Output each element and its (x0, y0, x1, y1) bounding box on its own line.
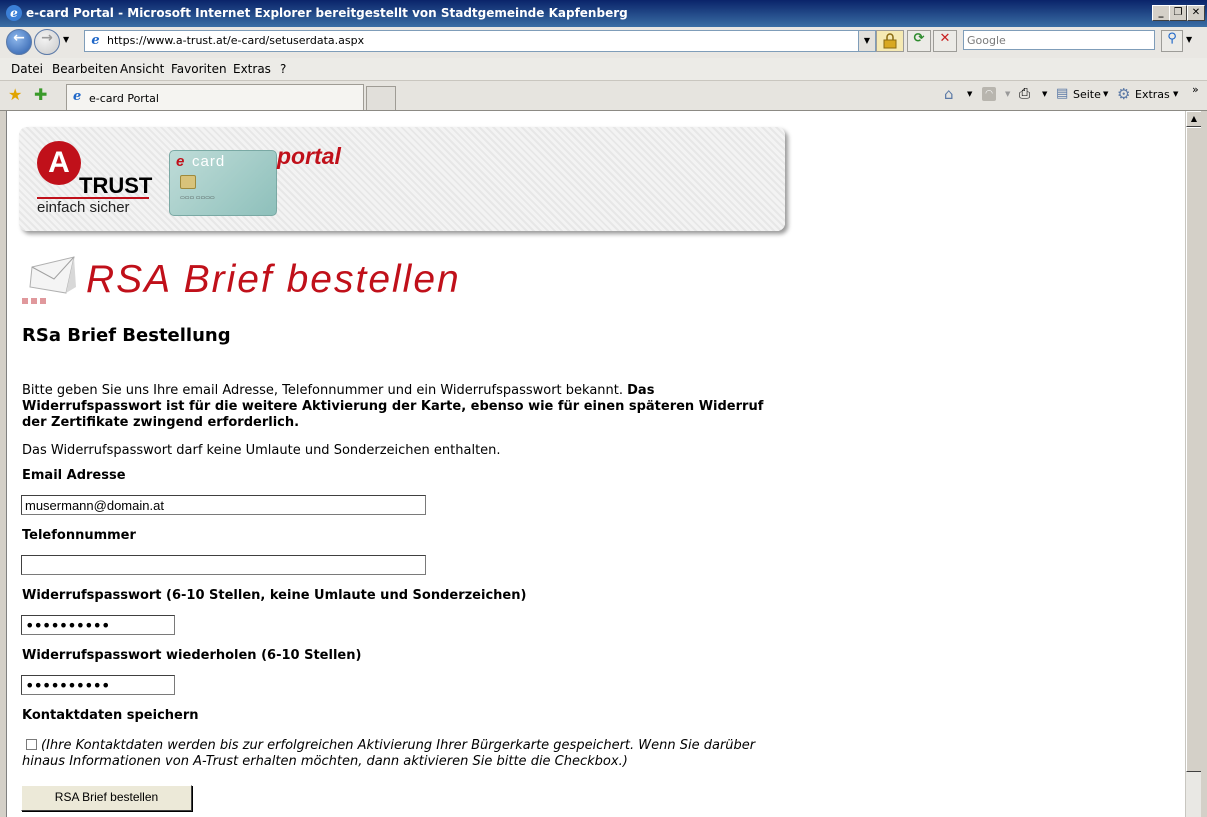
tab-bar: ★ ✚ e e-card Portal ⌂ ▼ ◠ ▼ ⎙ ▼ ▤ Seite … (0, 81, 1207, 111)
page-dropdown-icon[interactable]: ▼ (1103, 90, 1108, 98)
password-note: Das Widerrufspasswort darf keine Umlaute… (22, 443, 501, 458)
menu-help[interactable]: ? (280, 62, 286, 76)
banner-title: RSA Brief bestellen (86, 258, 461, 301)
email-label: Email Adresse (22, 468, 126, 483)
address-input[interactable]: https://www.a-trust.at/e-card/setuserdat… (107, 34, 364, 47)
page-icon: ▤ (1056, 86, 1069, 101)
tab-favicon-icon: e (73, 89, 82, 104)
feeds-dropdown-icon[interactable]: ▼ (1005, 90, 1010, 98)
a-trust-logo-icon: A (37, 141, 81, 185)
window-border (1201, 111, 1207, 817)
new-tab-button[interactable] (366, 86, 396, 110)
minimize-button[interactable]: _ (1152, 5, 1170, 21)
print-dropdown-icon[interactable]: ▼ (1042, 90, 1047, 98)
phone-label: Telefonnummer (22, 528, 136, 543)
password-repeat-label: Widerrufspasswort wiederholen (6-10 Stel… (22, 648, 362, 663)
search-icon[interactable]: ⚲ (1161, 30, 1183, 52)
menu-bar: Datei Bearbeiten Ansicht Favoriten Extra… (0, 58, 1207, 81)
ie-logo-icon: e (6, 5, 22, 21)
decorative-dots (22, 289, 49, 308)
menu-file[interactable]: Datei (11, 62, 43, 76)
navigation-bar: ← → ▼ e https://www.a-trust.at/e-card/se… (0, 27, 1207, 59)
gear-icon: ⚙ (1117, 85, 1131, 103)
phone-field[interactable] (21, 555, 426, 575)
chevron-more-icon[interactable]: » (1192, 83, 1199, 96)
tab-label: e-card Portal (89, 92, 159, 105)
vertical-scrollbar[interactable]: ▲ (1185, 111, 1202, 817)
tools-dropdown-icon[interactable]: ▼ (1173, 90, 1178, 98)
lock-icon[interactable] (876, 30, 904, 52)
ecard-card: card (192, 153, 226, 170)
stop-icon[interactable]: ✕ (933, 30, 957, 52)
ecard-e: e (176, 153, 185, 170)
menu-view[interactable]: Ansicht (120, 62, 164, 76)
window-titlebar: e e-card Portal - Microsoft Internet Exp… (0, 0, 1207, 27)
forward-button[interactable]: → (34, 29, 60, 55)
scroll-up-arrow-icon[interactable]: ▲ (1186, 111, 1202, 127)
intro-plain: Bitte geben Sie uns Ihre email Adresse, … (22, 383, 628, 398)
favorites-star-icon[interactable]: ★ (8, 85, 22, 104)
close-window-button[interactable]: ✕ (1187, 5, 1205, 21)
tools-menu[interactable]: Extras (1135, 88, 1170, 101)
address-bar[interactable]: e https://www.a-trust.at/e-card/setuserd… (84, 30, 876, 52)
restore-button[interactable]: ❐ (1169, 5, 1187, 21)
tab-ecard-portal[interactable]: e e-card Portal (66, 84, 364, 110)
brand-tagline: einfach sicher (37, 199, 130, 216)
add-favorite-icon[interactable]: ✚ (34, 85, 47, 104)
feeds-icon[interactable]: ◠ (982, 87, 996, 101)
email-field[interactable]: musermann@domain.at (21, 495, 426, 515)
window-title: e-card Portal - Microsoft Internet Explo… (26, 6, 628, 20)
password-label: Widerrufspasswort (6-10 Stellen, keine U… (22, 588, 527, 603)
intro-text: Bitte geben Sie uns Ihre email Adresse, … (22, 383, 782, 431)
password-field[interactable]: •••••••••• (21, 615, 175, 635)
page-favicon-icon: e (91, 33, 100, 48)
page-title: RSa Brief Bestellung (22, 325, 231, 346)
card-detail: ▭▭▭ ▭▭▭▭ (180, 195, 215, 201)
back-button[interactable]: ← (6, 29, 32, 55)
ecard-image: e card ▭▭▭ ▭▭▭▭ (169, 150, 277, 216)
submit-button[interactable]: RSA Brief bestellen (21, 785, 192, 811)
chip-icon (180, 175, 196, 189)
save-contact-description: (Ihre Kontaktdaten werden bis zur erfolg… (22, 738, 756, 769)
menu-edit[interactable]: Bearbeiten (52, 62, 118, 76)
search-options-icon[interactable]: ▼ (1186, 35, 1192, 44)
password-repeat-field[interactable]: •••••••••• (21, 675, 175, 695)
menu-favorites[interactable]: Favoriten (171, 62, 227, 76)
history-dropdown-icon[interactable]: ▼ (63, 35, 69, 44)
portal-banner: A TRUST einfach sicher e card ▭▭▭ ▭▭▭▭ p… (19, 127, 785, 231)
brand-name: TRUST (79, 173, 153, 198)
page-menu[interactable]: Seite (1073, 88, 1101, 101)
address-dropdown-icon[interactable]: ▼ (858, 31, 875, 51)
menu-tools[interactable]: Extras (233, 62, 271, 76)
scroll-thumb[interactable] (1186, 127, 1202, 772)
save-contact-label: Kontaktdaten speichern (22, 708, 199, 723)
home-dropdown-icon[interactable]: ▼ (967, 90, 972, 98)
home-icon[interactable]: ⌂ (944, 85, 954, 103)
portal-label: portal (277, 143, 341, 169)
save-contact-checkbox[interactable] (26, 739, 37, 750)
print-icon[interactable]: ⎙ (1019, 86, 1030, 102)
search-input[interactable]: Google (963, 30, 1155, 50)
refresh-icon[interactable]: ⟳ (907, 30, 931, 52)
